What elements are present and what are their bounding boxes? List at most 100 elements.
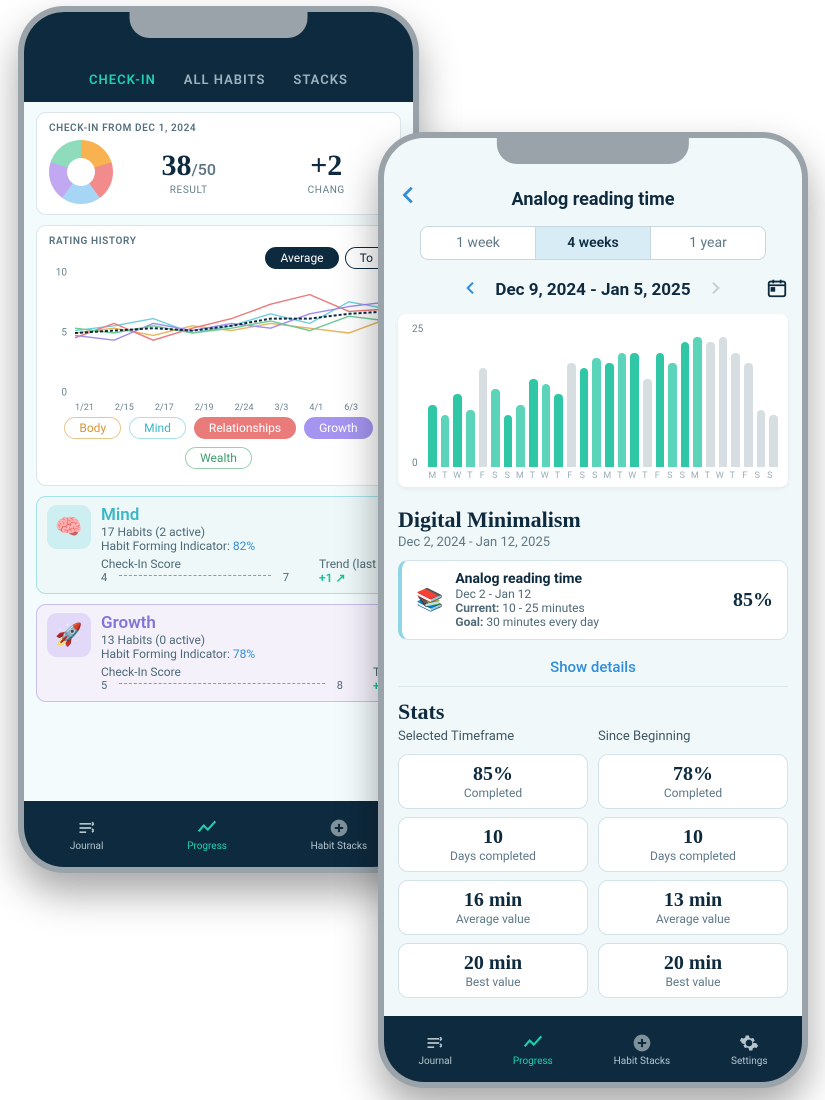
tab-stacks[interactable]: STACKS (293, 73, 348, 88)
section-name: Digital Minimalism (398, 507, 788, 533)
category-card-growth[interactable]: 🚀 Growth 13 Habits (0 active) Habit Form… (36, 604, 401, 702)
bar (656, 353, 665, 467)
growth-title: Growth (101, 613, 390, 633)
stat-label: Average value (403, 912, 583, 926)
bar-day-label: T (466, 471, 475, 481)
show-details-link[interactable]: Show details (398, 648, 788, 687)
bar (630, 353, 639, 467)
bar-day-label: S (503, 471, 512, 481)
nav-stacks-label: Habit Stacks (614, 1056, 670, 1067)
stat-label: Days completed (403, 849, 583, 863)
nav-journal[interactable]: Journal (418, 1032, 452, 1067)
habit-goal-value: 30 minutes every day (486, 615, 599, 629)
bar (693, 337, 702, 467)
bar (605, 363, 614, 467)
bar-day-label: M (516, 471, 525, 481)
notch (497, 136, 689, 164)
nav-settings[interactable]: Settings (731, 1032, 768, 1067)
legend-mind[interactable]: Mind (129, 417, 186, 439)
prev-range-button[interactable] (459, 276, 483, 304)
category-card-mind[interactable]: 🧠 Mind 17 Habits (2 active) Habit Formin… (36, 496, 401, 594)
nav-progress-label: Progress (187, 841, 227, 852)
x-tick: 2/19 (195, 403, 214, 413)
bar-day-label: T (441, 471, 450, 481)
stat-value: 10 (603, 826, 783, 849)
legend-growth[interactable]: Growth (304, 417, 373, 439)
habit-dates: Dec 2 - Jan 12 (455, 587, 721, 601)
stat-label: Completed (403, 786, 583, 800)
bar-day-label: F (653, 471, 662, 481)
stat-label: Days completed (603, 849, 783, 863)
section-date-range: Dec 2, 2024 - Jan 12, 2025 (398, 535, 788, 550)
nav-journal[interactable]: Journal (70, 817, 104, 852)
back-button[interactable] (398, 184, 420, 210)
habit-title: Analog reading time (455, 571, 721, 587)
result-denom: /50 (192, 160, 216, 179)
nav-progress-label: Progress (513, 1056, 553, 1067)
bar (643, 379, 652, 467)
nav-stacks[interactable]: Habit Stacks (311, 817, 367, 852)
bar-day-label: M (603, 471, 612, 481)
growth-hfi-label: Habit Forming Indicator: (101, 647, 233, 661)
bottom-nav: Journal Progress Habit Stacks (24, 801, 413, 867)
bar (681, 342, 690, 467)
bar-day-label: S (666, 471, 675, 481)
result-label: RESULT (127, 185, 251, 196)
date-range-label: Dec 9, 2024 - Jan 5, 2025 (495, 280, 690, 300)
stats-heading: Stats (398, 699, 788, 725)
stat-value: 10 (403, 826, 583, 849)
category-pie-chart (49, 140, 113, 204)
nav-progress[interactable]: Progress (187, 817, 227, 852)
bar-day-label: S (678, 471, 687, 481)
habit-card[interactable]: 📚 Analog reading time Dec 2 - Jan 12 Cur… (398, 560, 788, 640)
stat-box: 78%Completed (598, 754, 788, 809)
tab-all-habits[interactable]: ALL HABITS (184, 73, 266, 88)
y-tick-10: 10 (56, 268, 67, 279)
bar (706, 342, 715, 467)
bar-day-label: S (753, 471, 762, 481)
tab-checkin[interactable]: CHECK-IN (89, 73, 156, 88)
growth-score-from: 5 (101, 679, 107, 692)
bar-day-label: W (628, 471, 637, 481)
change-label: CHANG (265, 185, 389, 196)
legend-body[interactable]: Body (64, 417, 121, 439)
segment-1week[interactable]: 1 week (421, 227, 535, 259)
stat-box: 20 minBest value (398, 943, 588, 998)
segment-average[interactable]: Average (265, 247, 338, 269)
change-metric: +2 CHANG (265, 149, 389, 196)
rating-line-chart: 10 5 0 1/212/152/172/192/243/34/16/39/ (49, 273, 388, 413)
mind-score-label: Check-In Score (101, 557, 289, 571)
stat-label: Best value (603, 975, 783, 989)
segment-1year[interactable]: 1 year (650, 227, 765, 259)
x-tick: 6/3 (344, 403, 358, 413)
legend-relationships[interactable]: Relationships (194, 417, 296, 439)
rating-history-card: RATING HISTORY Average To 10 5 0 1/212/1… (36, 225, 401, 486)
nav-journal-label: Journal (70, 841, 104, 852)
bar (731, 353, 740, 467)
legend-wealth[interactable]: Wealth (185, 447, 252, 469)
segment-4weeks[interactable]: 4 weeks (535, 227, 650, 259)
stat-value: 16 min (403, 889, 583, 912)
calendar-icon[interactable] (766, 277, 788, 303)
stat-value: 20 min (403, 952, 583, 975)
nav-stacks-label: Habit Stacks (311, 841, 367, 852)
bar-chart (428, 337, 778, 467)
nav-stacks[interactable]: Habit Stacks (614, 1032, 670, 1067)
change-value: +2 (265, 149, 389, 183)
stat-value: 20 min (603, 952, 783, 975)
gear-icon (738, 1032, 760, 1054)
next-range-button[interactable] (703, 276, 727, 304)
bar (491, 389, 500, 467)
journal-icon (424, 1032, 446, 1054)
notch (129, 10, 308, 38)
stacks-icon (328, 817, 350, 839)
stat-value: 78% (603, 763, 783, 786)
bar (542, 384, 551, 467)
bar-day-label: S (591, 471, 600, 481)
stat-box: 10Days completed (598, 817, 788, 872)
growth-icon: 🚀 (47, 613, 91, 657)
habit-percent: 85% (733, 589, 773, 612)
nav-progress[interactable]: Progress (513, 1032, 553, 1067)
bar-day-label: T (703, 471, 712, 481)
habit-current-value: 10 - 25 minutes (502, 601, 584, 615)
